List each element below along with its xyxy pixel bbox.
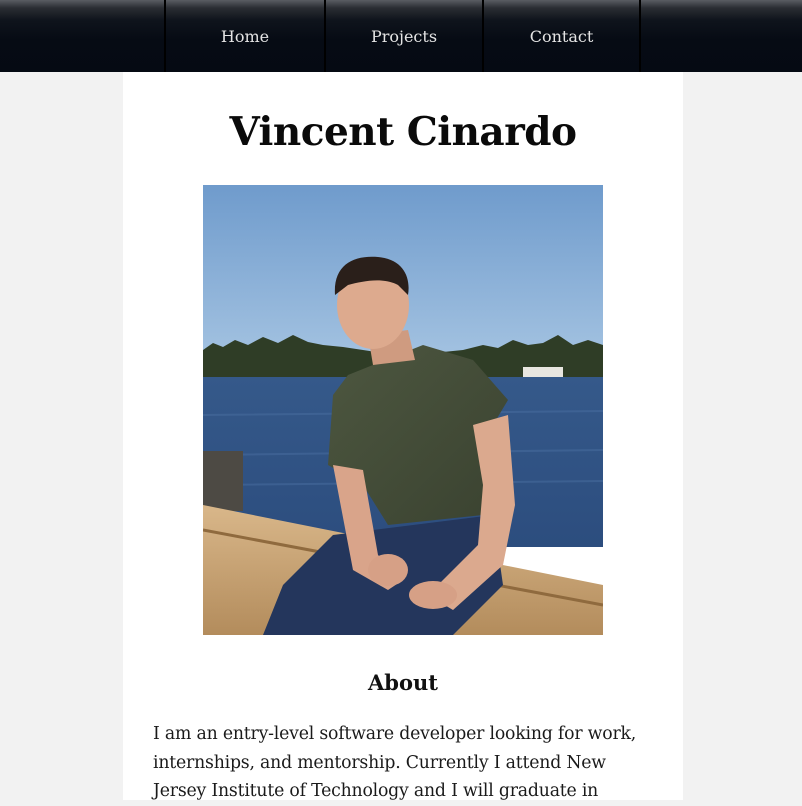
nav-projects-link[interactable]: Projects bbox=[326, 0, 482, 72]
top-navbar: Home Projects Contact bbox=[0, 0, 802, 72]
about-heading: About bbox=[368, 670, 438, 695]
main-content: Vincent Cinardo About I am an entry-leve… bbox=[123, 72, 683, 801]
nav-divider bbox=[639, 0, 641, 72]
page-title: Vincent Cinardo bbox=[229, 109, 577, 155]
profile-photo bbox=[203, 185, 603, 635]
about-text: I am an entry-level software developer l… bbox=[153, 724, 637, 801]
nav-contact-link[interactable]: Contact bbox=[484, 0, 639, 72]
nav-home-link[interactable]: Home bbox=[166, 0, 324, 72]
